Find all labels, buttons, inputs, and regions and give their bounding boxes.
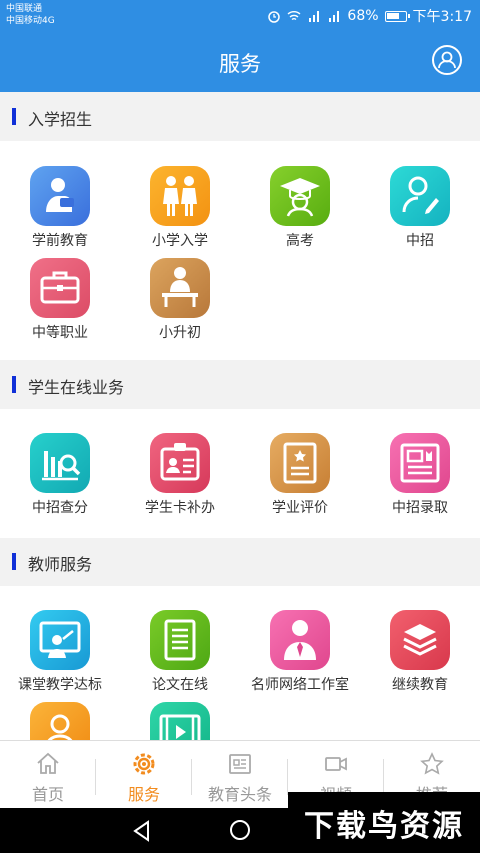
classroom-board-icon <box>30 610 90 670</box>
profile-icon <box>30 702 90 741</box>
service-classroom-standard[interactable]: 课堂教学达标 <box>0 610 120 694</box>
home-button[interactable] <box>230 820 250 840</box>
service-label: 中等职业 <box>32 325 88 341</box>
service-vocational[interactable]: 中等职业 <box>0 258 120 342</box>
service-continuing-ed[interactable]: 继续教育 <box>360 610 480 694</box>
service-student-card[interactable]: 学生卡补办 <box>120 433 240 517</box>
tab-label: 首页 <box>31 785 64 804</box>
service-famous-teacher[interactable]: 名师网络工作室 <box>240 610 360 694</box>
service-label: 中招查分 <box>32 500 88 516</box>
service-gaokao[interactable]: 高考 <box>240 166 360 250</box>
tab-edu-news[interactable]: 教育头条 <box>192 741 288 808</box>
status-bar: 中国联通 中国移动4G 68% 下午3:17 <box>0 0 480 30</box>
page-title: 服务 <box>219 52 261 76</box>
service-label: 高考 <box>286 233 314 249</box>
status-indicators: 68% 下午3:17 <box>267 6 472 26</box>
person-pen-icon <box>390 166 450 226</box>
section-header-student-online: 学生在线业务 <box>0 361 480 409</box>
preschool-icon <box>30 166 90 226</box>
signal-4g-icon <box>329 11 340 22</box>
battery-icon <box>384 10 410 22</box>
signal-icon <box>309 11 320 22</box>
service-zhongzhao[interactable]: 中招 <box>360 166 480 250</box>
service-preschool[interactable]: 学前教育 <box>0 166 120 250</box>
service-junior-entry[interactable]: 小升初 <box>120 258 240 342</box>
service-profile[interactable] <box>0 702 120 741</box>
service-label: 学生卡补办 <box>145 500 215 516</box>
tab-home[interactable]: 首页 <box>0 741 96 808</box>
wifi-icon <box>287 11 301 21</box>
service-label: 学业评价 <box>272 500 328 516</box>
user-icon <box>438 51 456 69</box>
service-label: 论文在线 <box>152 677 208 693</box>
enrollment-grid: 学前教育 小学入学 高考 中招 中等职业 小升初 <box>0 141 480 360</box>
section-header-teacher: 教师服务 <box>0 538 480 586</box>
service-label: 小学入学 <box>152 233 208 249</box>
watermark-logo: 下载鸟资源 <box>288 792 480 853</box>
service-video-lessons[interactable] <box>120 702 240 741</box>
section-title: 入学招生 <box>28 110 93 129</box>
section-marker <box>12 553 16 570</box>
film-icon <box>150 702 210 741</box>
briefcase-icon <box>30 258 90 318</box>
carrier-2: 中国移动4G <box>6 16 55 26</box>
home-icon <box>37 752 59 774</box>
video-camera-icon <box>325 757 347 771</box>
back-icon[interactable] <box>132 820 152 842</box>
service-label: 中招 <box>406 233 434 249</box>
children-icon <box>150 166 210 226</box>
section-title: 学生在线业务 <box>28 378 125 397</box>
status-time: 下午3:17 <box>412 9 472 25</box>
chart-search-icon <box>30 433 90 493</box>
service-label: 小升初 <box>159 325 201 341</box>
document-icon <box>150 610 210 670</box>
service-admission[interactable]: 中招录取 <box>360 433 480 517</box>
newspaper-icon <box>390 433 450 493</box>
section-header-enrollment: 入学招生 <box>0 93 480 141</box>
news-icon <box>229 754 251 774</box>
carrier-info: 中国联通 中国移动4G <box>6 3 55 27</box>
service-label: 课堂教学达标 <box>18 677 102 693</box>
student-desk-icon <box>150 258 210 318</box>
books-icon <box>390 610 450 670</box>
tab-label: 教育头条 <box>207 785 272 804</box>
gear-icon <box>133 753 155 775</box>
tab-service[interactable]: 服务 <box>96 741 192 808</box>
section-title: 教师服务 <box>28 555 93 574</box>
id-card-icon <box>150 433 210 493</box>
section-marker <box>12 108 16 125</box>
tab-label: 服务 <box>127 785 160 804</box>
service-academic-eval[interactable]: 学业评价 <box>240 433 360 517</box>
star-icon <box>420 752 444 775</box>
service-score-query[interactable]: 中招查分 <box>0 433 120 517</box>
battery-percent: 68% <box>347 8 379 24</box>
graduate-icon <box>270 166 330 226</box>
service-label: 中招录取 <box>392 500 448 516</box>
certificate-icon <box>270 433 330 493</box>
alarm-icon <box>268 11 281 23</box>
service-label: 继续教育 <box>392 677 448 693</box>
teacher-grid: 课堂教学达标 论文在线 名师网络工作室 继续教育 <box>0 586 480 741</box>
carrier-1: 中国联通 <box>6 4 43 14</box>
teacher-icon <box>270 610 330 670</box>
student-online-grid: 中招查分 学生卡补办 学业评价 中招录取 <box>0 409 480 538</box>
app-header: 服务 <box>0 30 480 92</box>
service-label: 学前教育 <box>32 233 88 249</box>
section-marker <box>12 376 16 393</box>
service-primary-school[interactable]: 小学入学 <box>120 166 240 250</box>
service-paper-online[interactable]: 论文在线 <box>120 610 240 694</box>
service-label: 名师网络工作室 <box>251 677 349 693</box>
user-profile-button[interactable] <box>432 45 462 75</box>
